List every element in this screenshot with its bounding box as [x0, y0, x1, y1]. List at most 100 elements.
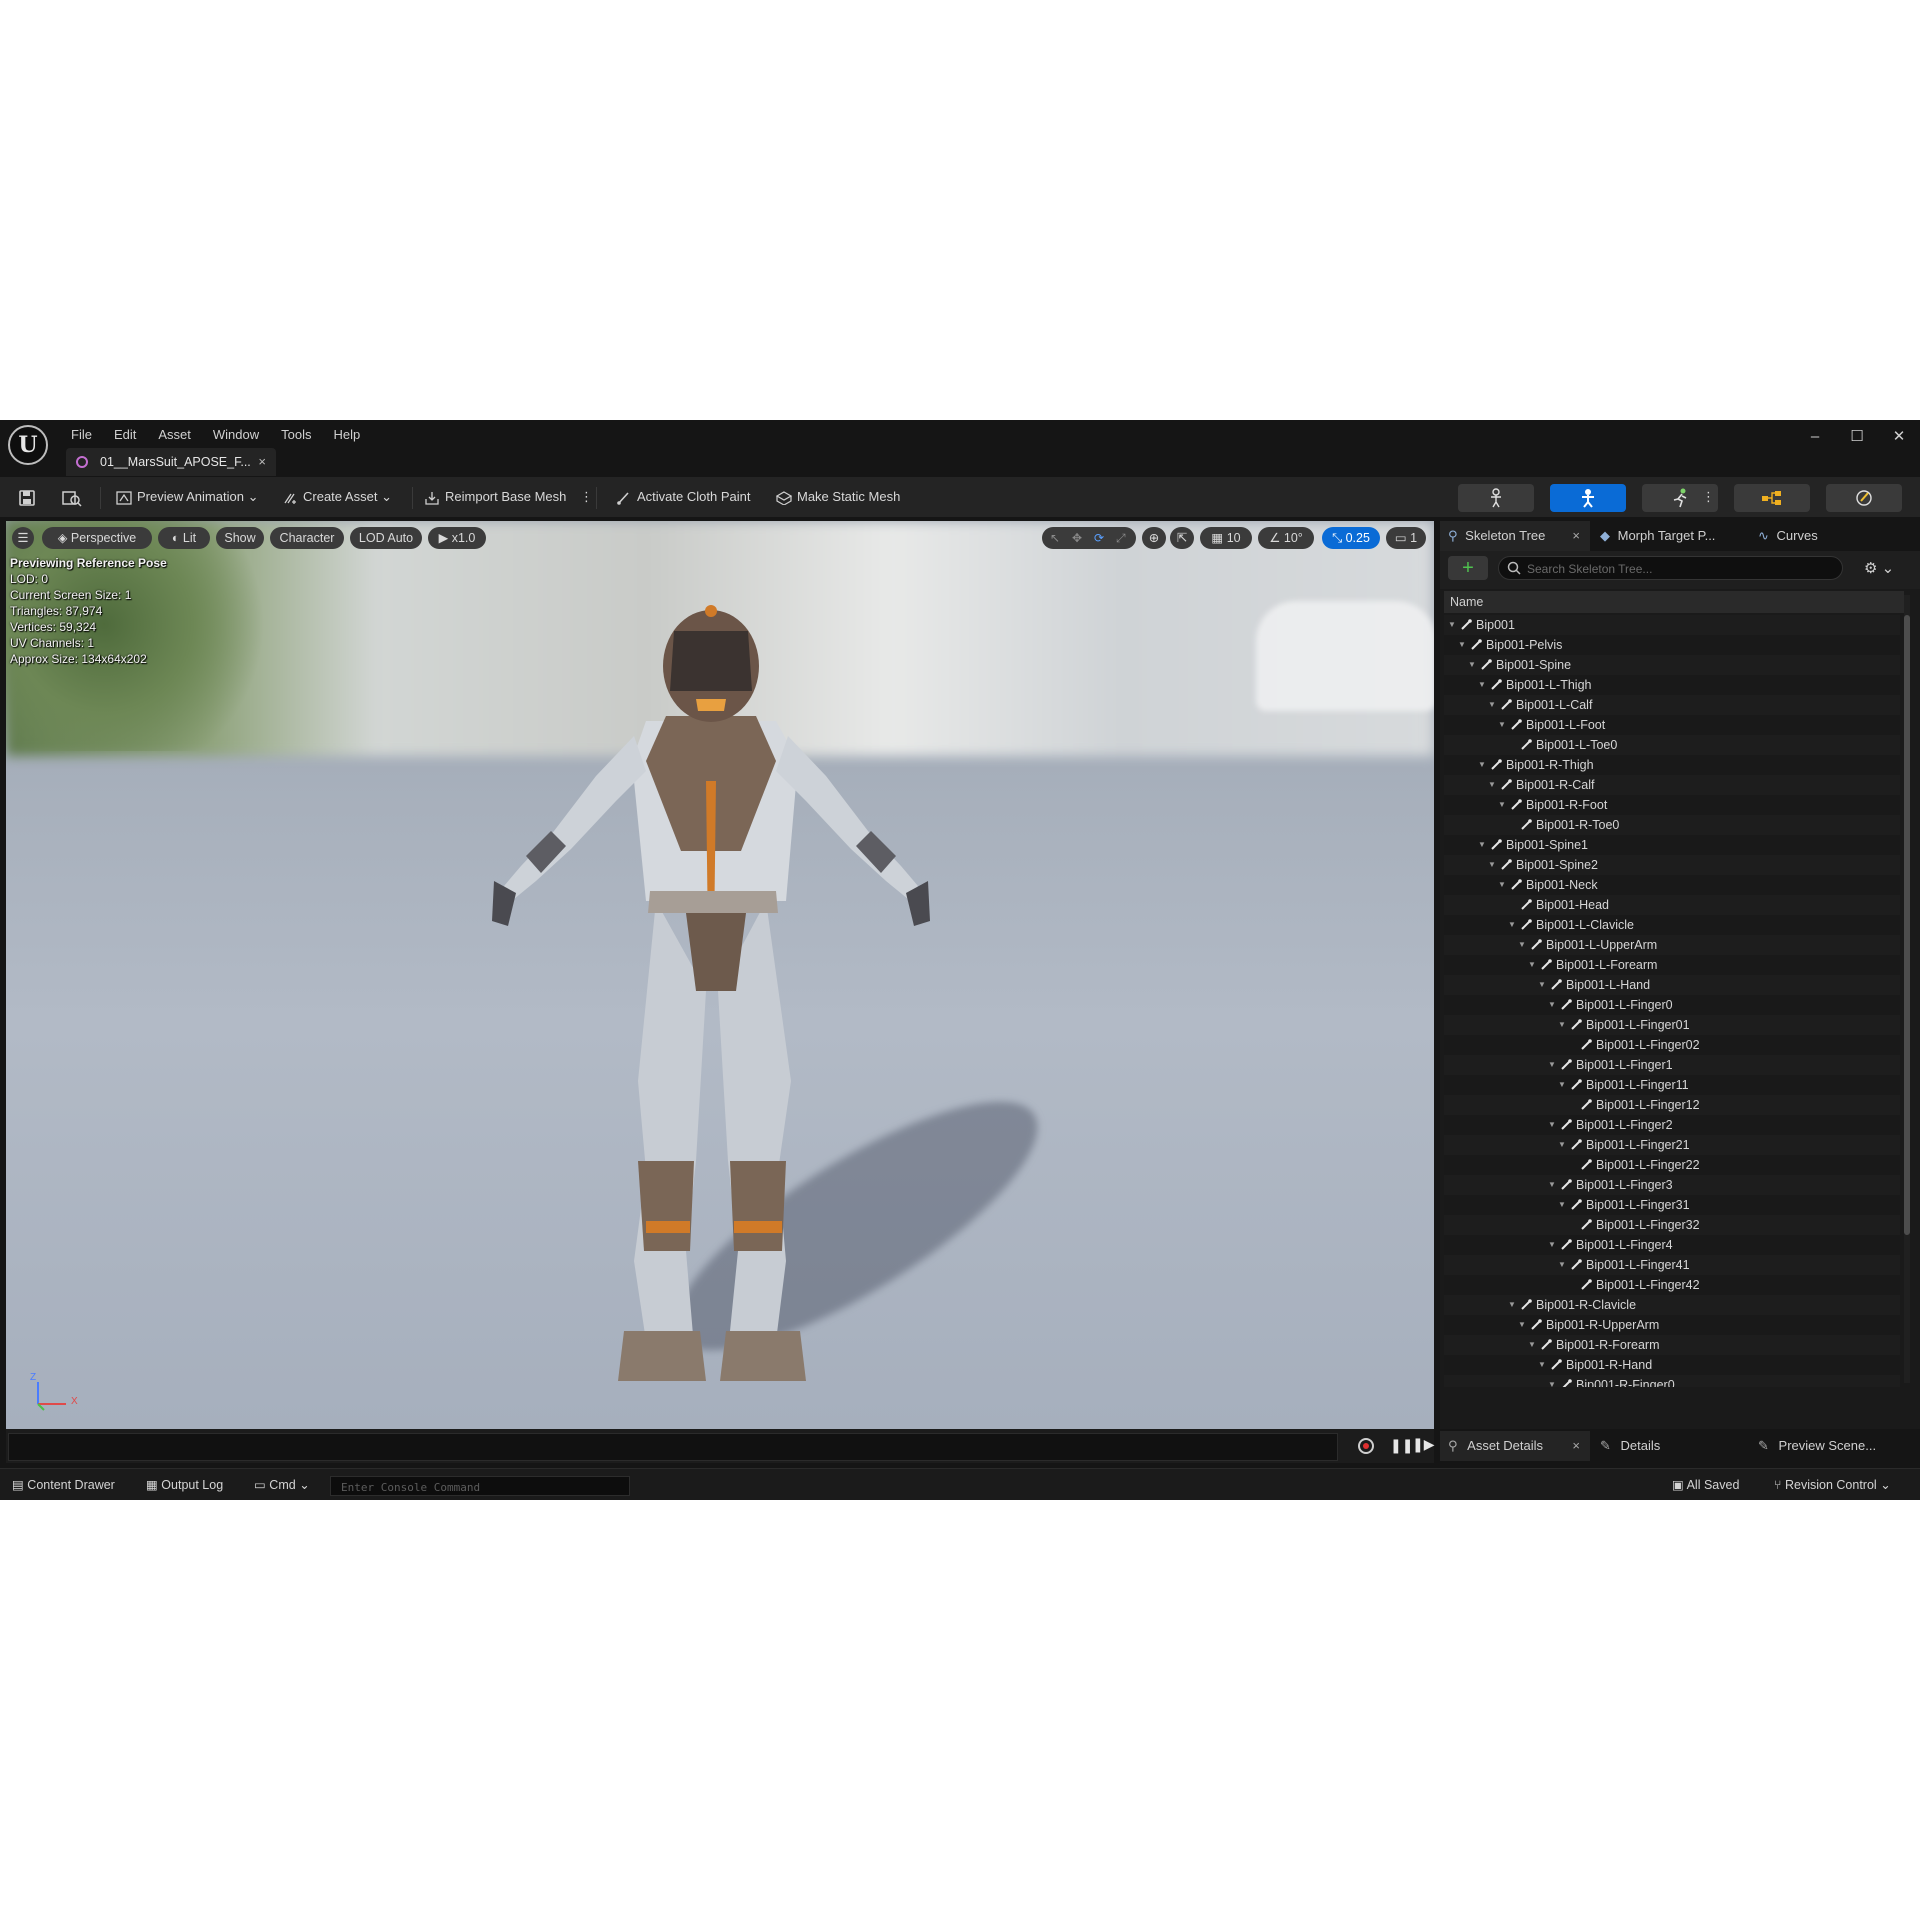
- tree-row[interactable]: ▼ Bip001-R-Foot: [1444, 795, 1900, 815]
- expand-arrow-icon[interactable]: ▼: [1548, 995, 1558, 1015]
- expand-arrow-icon[interactable]: ▼: [1558, 1075, 1568, 1095]
- mesh-mode-button[interactable]: [1550, 484, 1626, 512]
- tab-details[interactable]: ✎ Details: [1600, 1431, 1720, 1461]
- tree-row[interactable]: ▼ Bip001-L-Finger0: [1444, 995, 1900, 1015]
- search-input[interactable]: [1525, 559, 1829, 579]
- tree-row[interactable]: ▼ Bip001-L-Finger1: [1444, 1055, 1900, 1075]
- expand-arrow-icon[interactable]: ▼: [1498, 875, 1508, 895]
- character-dropdown[interactable]: Character: [270, 527, 344, 549]
- expand-arrow-icon[interactable]: ▼: [1468, 655, 1478, 675]
- tree-row[interactable]: ▼ Bip001-R-Clavicle: [1444, 1295, 1900, 1315]
- tab-morph-target[interactable]: ◆ Morph Target P...: [1600, 521, 1740, 551]
- viewport-menu-icon[interactable]: ☰: [12, 527, 34, 549]
- expand-arrow-icon[interactable]: ▼: [1548, 1375, 1558, 1387]
- tab-close-icon[interactable]: ×: [1572, 1431, 1580, 1461]
- expand-arrow-icon[interactable]: ▼: [1548, 1175, 1558, 1195]
- tab-preview-scene[interactable]: ✎ Preview Scene...: [1758, 1431, 1908, 1461]
- tree-row[interactable]: ▼ Bip001-L-Finger41: [1444, 1255, 1900, 1275]
- menu-file[interactable]: File: [60, 424, 103, 446]
- grid-snap-button[interactable]: ▦ 10: [1200, 527, 1252, 549]
- expand-arrow-icon[interactable]: ▼: [1488, 775, 1498, 795]
- tree-row[interactable]: ▼ Bip001-Spine2: [1444, 855, 1900, 875]
- step-forward-icon[interactable]: ❚▶: [1412, 1436, 1435, 1453]
- tab-skeleton-tree[interactable]: ⚲ Skeleton Tree ×: [1440, 521, 1590, 551]
- tree-row[interactable]: ▼ Bip001-R-Thigh: [1444, 755, 1900, 775]
- tree-row[interactable]: ▼ Bip001-L-Finger21: [1444, 1135, 1900, 1155]
- tree-row[interactable]: ▼ Bip001-L-Forearm: [1444, 955, 1900, 975]
- expand-arrow-icon[interactable]: ▼: [1488, 695, 1498, 715]
- expand-arrow-icon[interactable]: ▼: [1498, 795, 1508, 815]
- tree-row[interactable]: ▼ Bip001-L-Finger11: [1444, 1075, 1900, 1095]
- expand-arrow-icon[interactable]: ▼: [1558, 1255, 1568, 1275]
- show-dropdown[interactable]: Show: [216, 527, 264, 549]
- expand-arrow-icon[interactable]: ▼: [1548, 1115, 1558, 1135]
- camera-speed-button[interactable]: ▭ 1: [1386, 527, 1426, 549]
- cmd-dropdown[interactable]: ▭ Cmd ⌄: [254, 1469, 310, 1500]
- tree-row[interactable]: Bip001-L-Finger12: [1444, 1095, 1900, 1115]
- scale-snap-button[interactable]: ⤡ 0.25: [1322, 527, 1380, 549]
- expand-arrow-icon[interactable]: ▼: [1558, 1195, 1568, 1215]
- physics-mode-button[interactable]: [1826, 484, 1902, 512]
- add-bone-button[interactable]: +: [1448, 556, 1488, 580]
- rotate-tool-icon[interactable]: ⟳: [1094, 527, 1104, 549]
- tree-row[interactable]: ▼ Bip001-L-Thigh: [1444, 675, 1900, 695]
- lit-dropdown[interactable]: ◐ Lit: [158, 527, 210, 549]
- console-command-input[interactable]: [339, 1477, 623, 1497]
- reimport-base-mesh-button[interactable]: Reimport Base Mesh: [424, 477, 566, 517]
- minimize-icon[interactable]: –: [1794, 420, 1836, 454]
- tree-row[interactable]: ▼ Bip001-L-UpperArm: [1444, 935, 1900, 955]
- tree-row[interactable]: ▼ Bip001-L-Finger01: [1444, 1015, 1900, 1035]
- unreal-logo-icon[interactable]: U: [8, 425, 48, 465]
- expand-arrow-icon[interactable]: ▼: [1508, 1295, 1518, 1315]
- console-command-box[interactable]: [330, 1476, 630, 1497]
- expand-arrow-icon[interactable]: ▼: [1478, 755, 1488, 775]
- output-log-button[interactable]: ▦ Output Log: [146, 1469, 223, 1500]
- blueprint-mode-button[interactable]: [1734, 484, 1810, 512]
- save-icon[interactable]: [18, 477, 36, 517]
- menu-help[interactable]: Help: [322, 424, 371, 446]
- tree-row[interactable]: ▼ Bip001-L-Calf: [1444, 695, 1900, 715]
- translate-tool-icon[interactable]: ✥: [1072, 527, 1082, 549]
- maximize-icon[interactable]: ☐: [1836, 420, 1878, 454]
- select-tool-icon[interactable]: ↖: [1050, 527, 1060, 549]
- preview-animation-dropdown[interactable]: Preview Animation ⌄: [116, 477, 258, 517]
- viewport[interactable]: ☰ ◈ Perspective ◐ Lit Show Character LOD…: [6, 521, 1434, 1429]
- asset-tab[interactable]: 01__MarsSuit_APOSE_F... ×: [66, 448, 276, 476]
- scale-tool-icon[interactable]: ⤢: [1116, 527, 1126, 549]
- tree-row[interactable]: ▼ Bip001-R-Calf: [1444, 775, 1900, 795]
- expand-arrow-icon[interactable]: ▼: [1548, 1235, 1558, 1255]
- tree-row[interactable]: Bip001-Head: [1444, 895, 1900, 915]
- skeleton-search[interactable]: [1498, 556, 1843, 580]
- expand-arrow-icon[interactable]: ▼: [1518, 935, 1528, 955]
- expand-arrow-icon[interactable]: ▼: [1458, 635, 1468, 655]
- lod-dropdown[interactable]: LOD Auto: [350, 527, 422, 549]
- expand-arrow-icon[interactable]: ▼: [1508, 915, 1518, 935]
- tree-row[interactable]: ▼ Bip001-Spine: [1444, 655, 1900, 675]
- tab-curves[interactable]: ∿ Curves: [1758, 521, 1878, 551]
- expand-arrow-icon[interactable]: ▼: [1558, 1015, 1568, 1035]
- tree-row[interactable]: ▼ Bip001-L-Finger3: [1444, 1175, 1900, 1195]
- tab-close-icon[interactable]: ×: [258, 448, 266, 476]
- create-asset-dropdown[interactable]: Create Asset ⌄: [282, 477, 392, 517]
- tree-row[interactable]: Bip001-L-Finger02: [1444, 1035, 1900, 1055]
- menu-tools[interactable]: Tools: [270, 424, 322, 446]
- tree-row[interactable]: ▼ Bip001-Spine1: [1444, 835, 1900, 855]
- tree-row[interactable]: Bip001-L-Finger22: [1444, 1155, 1900, 1175]
- expand-arrow-icon[interactable]: ▼: [1528, 1335, 1538, 1355]
- surface-snap-icon[interactable]: ⇱: [1170, 527, 1194, 549]
- tree-row[interactable]: Bip001-L-Finger32: [1444, 1215, 1900, 1235]
- tree-row[interactable]: ▼ Bip001-R-Hand: [1444, 1355, 1900, 1375]
- make-static-mesh-button[interactable]: Make Static Mesh: [776, 477, 900, 517]
- timeline-track[interactable]: [8, 1433, 1338, 1461]
- browse-asset-icon[interactable]: [62, 477, 82, 517]
- expand-arrow-icon[interactable]: ▼: [1538, 975, 1548, 995]
- settings-gear-icon[interactable]: ⚙ ⌄: [1864, 559, 1894, 577]
- tree-row[interactable]: ▼ Bip001: [1444, 615, 1900, 635]
- activate-cloth-paint-button[interactable]: Activate Cloth Paint: [616, 477, 750, 517]
- expand-arrow-icon[interactable]: ▼: [1528, 955, 1538, 975]
- world-local-icon[interactable]: ⊕: [1142, 527, 1166, 549]
- record-icon[interactable]: [1358, 1438, 1374, 1454]
- menu-edit[interactable]: Edit: [103, 424, 147, 446]
- perspective-dropdown[interactable]: ◈ Perspective: [42, 527, 152, 549]
- close-window-icon[interactable]: ✕: [1878, 420, 1920, 454]
